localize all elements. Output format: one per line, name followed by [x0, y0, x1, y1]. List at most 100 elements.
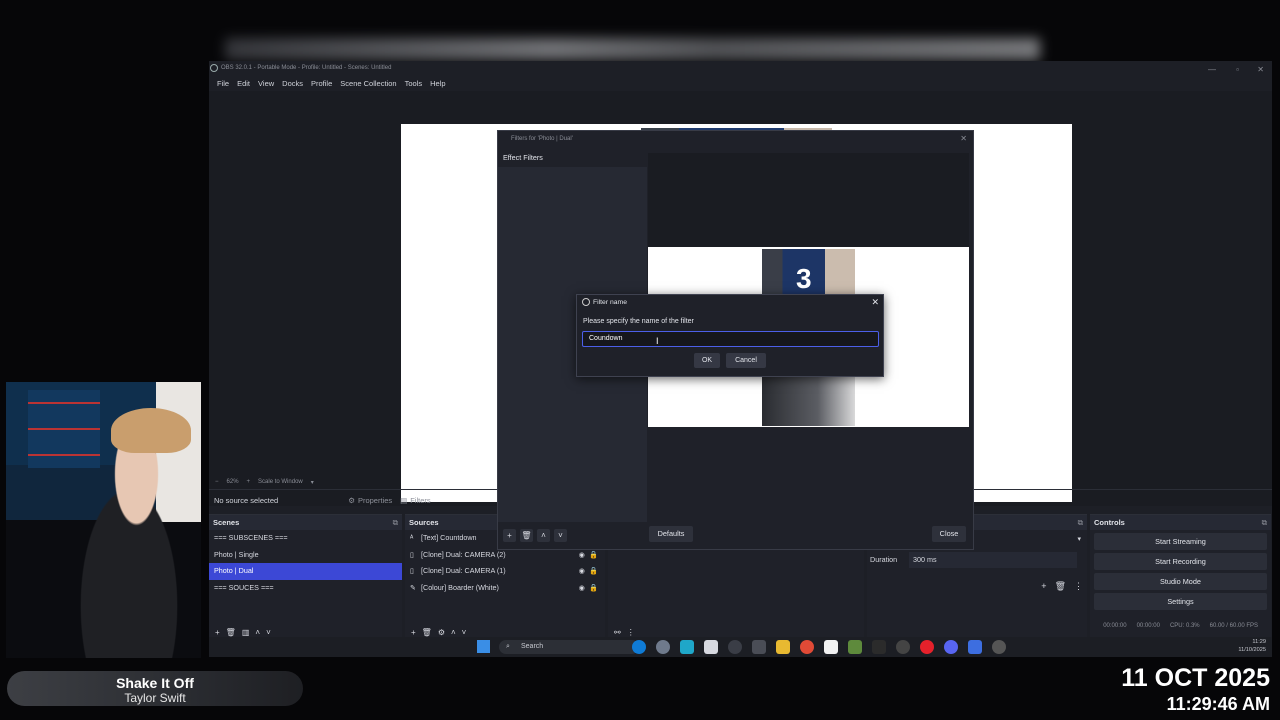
menu-profile[interactable]: Profile [307, 79, 336, 88]
settings-button[interactable]: Settings [1094, 593, 1267, 610]
file-icon: ▯ [410, 549, 414, 559]
source-item[interactable]: ▯ [Clone] Dual: CAMERA (1) ◉ 🔒 [405, 563, 605, 580]
lock-icon[interactable]: 🔒 [589, 563, 598, 580]
settings-icon[interactable] [656, 640, 670, 654]
app-icon[interactable] [752, 640, 766, 654]
undock-icon[interactable]: ⧉ [1262, 515, 1267, 530]
add-icon[interactable]: + [503, 529, 516, 542]
filter-preview-photo [762, 377, 855, 426]
chrome-icon[interactable] [800, 640, 814, 654]
sources-title: Sources [409, 518, 439, 527]
filter-name-title: Filter name [593, 299, 627, 306]
obs-logo-icon [210, 64, 218, 72]
defaults-button[interactable]: Defaults [649, 526, 693, 542]
app-icon[interactable] [680, 640, 694, 654]
filters-title: Filters for 'Photo | Dual' [511, 136, 573, 142]
blurred-browser-strip [225, 38, 1040, 60]
scale-to-window[interactable]: Scale to Window [258, 479, 303, 485]
trash-icon[interactable]: 🗑 [1055, 581, 1066, 592]
close-button[interactable]: Close [932, 526, 966, 542]
duration-row: Duration 300 ms [867, 552, 1087, 569]
zoom-level: 62% [226, 479, 239, 485]
close-icon[interactable]: ✕ [960, 131, 967, 147]
scene-item-selected[interactable]: Photo | Dual [209, 563, 402, 580]
windows-start-icon[interactable] [477, 640, 490, 653]
arrow-up-icon[interactable]: ˄ [537, 529, 550, 542]
obs-icon[interactable] [992, 640, 1006, 654]
obs-title-bar: OBS 32.0.1 - Portable Mode - Profile: Un… [209, 61, 1272, 75]
app-icon[interactable] [920, 640, 934, 654]
undock-icon[interactable]: ⧉ [1078, 515, 1083, 530]
ok-button[interactable]: OK [694, 353, 720, 368]
scene-item[interactable]: === SOUCES === [209, 580, 402, 597]
filters-title-bar: Filters for 'Photo | Dual' ✕ [498, 131, 973, 147]
zoom-out-icon[interactable]: − [215, 479, 219, 485]
scenes-title: Scenes [213, 518, 240, 527]
zoom-in-icon[interactable]: + [247, 479, 251, 485]
filter-name-input[interactable]: Coundown [582, 331, 879, 347]
start-streaming-button[interactable]: Start Streaming [1094, 533, 1267, 550]
gear-icon: ⚙ [348, 496, 355, 505]
transition-tools: + 🗑 ⋮ [1041, 581, 1083, 592]
menu-docks[interactable]: Docks [278, 79, 307, 88]
arrow-down-icon[interactable]: ˅ [554, 529, 567, 542]
discord-icon[interactable] [944, 640, 958, 654]
scenes-header: Scenes ⧉ [209, 515, 402, 530]
overlay-time: 11:29:46 AM [1166, 694, 1270, 714]
filters-button[interactable]: ▤ Filters [400, 496, 431, 505]
windows-taskbar: ⌕ Search 11:29 11/10/2025 [209, 637, 1272, 657]
menu-file[interactable]: File [213, 79, 233, 88]
search-placeholder: Search [521, 643, 544, 650]
menu-bar: File Edit View Docks Profile Scene Colle… [209, 75, 1272, 91]
app-icon[interactable] [704, 640, 718, 654]
chevron-down-icon[interactable]: ▾ [311, 479, 314, 486]
source-item[interactable]: ✎ [Colour] Boarder (White) ◉ 🔒 [405, 580, 605, 597]
lock-icon[interactable]: 🔒 [589, 580, 598, 597]
undock-icon[interactable]: ⧉ [393, 515, 398, 530]
menu-tools[interactable]: Tools [401, 79, 427, 88]
epic-games-icon[interactable] [872, 640, 886, 654]
close-icon[interactable]: ✕ [871, 295, 879, 310]
cpu-usage: CPU: 0.3% [1169, 622, 1200, 629]
song-artist: Taylor Swift [124, 691, 186, 705]
filter-name-dialog: Filter name ✕ Please specify the name of… [576, 294, 884, 377]
tray-date[interactable]: 11/10/2025 [1238, 646, 1266, 654]
eye-icon[interactable]: ◉ [579, 563, 585, 580]
fps-readout: 60.00 / 60.00 FPS [1209, 622, 1258, 629]
taskbar-search[interactable]: ⌕ Search [499, 640, 639, 654]
filter-name-prompt: Please specify the name of the filter [583, 318, 694, 325]
studio-mode-button[interactable]: Studio Mode [1094, 573, 1267, 590]
more-icon[interactable]: ⋮ [1074, 581, 1083, 592]
filters-toolbar: + 🗑 ˄ ˅ [503, 529, 567, 542]
eye-icon[interactable]: ◉ [579, 580, 585, 597]
notepad-icon[interactable] [824, 640, 838, 654]
now-playing: Shake It Off Taylor Swift [7, 671, 303, 706]
song-title: Shake It Off [116, 675, 194, 691]
text-icon: ᴬ [410, 533, 414, 542]
scene-item[interactable]: Photo | Single [209, 547, 402, 564]
effect-filters-label: Effect Filters [503, 153, 543, 162]
duration-label: Duration [870, 555, 898, 564]
properties-label: Properties [357, 496, 393, 505]
overlay-date: 11 OCT 2025 [1121, 664, 1270, 692]
edge-icon[interactable] [632, 640, 646, 654]
menu-edit[interactable]: Edit [233, 79, 254, 88]
app-icon[interactable] [968, 640, 982, 654]
trash-icon[interactable]: 🗑 [520, 529, 533, 542]
chevron-down-icon: ▾ [1077, 536, 1081, 543]
add-icon[interactable]: + [1041, 581, 1046, 592]
duration-field[interactable]: 300 ms [909, 552, 1077, 568]
scene-item[interactable]: === SUBSCENES === [209, 530, 402, 547]
app-icon[interactable] [728, 640, 742, 654]
file-explorer-icon[interactable] [776, 640, 790, 654]
minecraft-icon[interactable] [848, 640, 862, 654]
cancel-button[interactable]: Cancel [726, 353, 766, 368]
start-recording-button[interactable]: Start Recording [1094, 553, 1267, 570]
menu-help[interactable]: Help [426, 79, 449, 88]
no-source-label: No source selected [214, 496, 279, 505]
tray-time[interactable]: 11:29 [1238, 638, 1266, 646]
menu-scene-collection[interactable]: Scene Collection [336, 79, 400, 88]
app-icon[interactable] [896, 640, 910, 654]
menu-view[interactable]: View [254, 79, 278, 88]
properties-button[interactable]: ⚙ Properties [348, 496, 392, 505]
